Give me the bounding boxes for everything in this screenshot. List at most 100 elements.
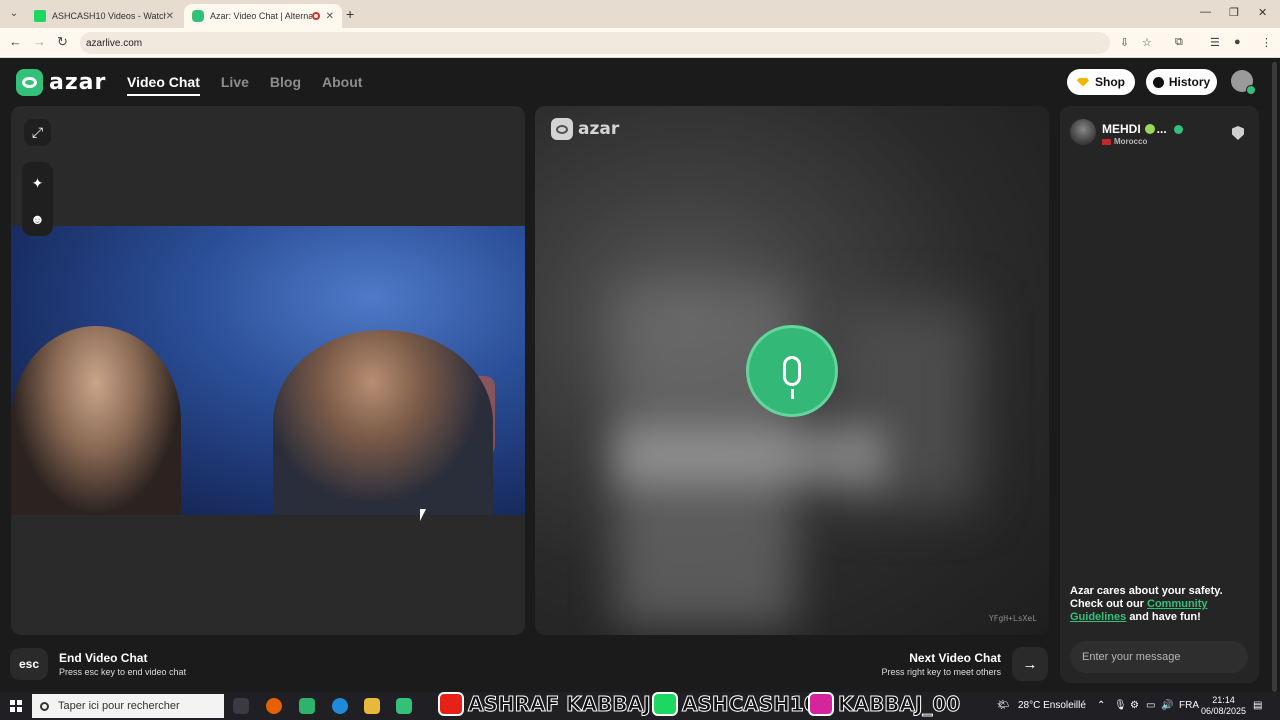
- person-right: [273, 330, 493, 515]
- azar-logo-icon: [16, 69, 43, 96]
- kick-icon: [652, 692, 678, 716]
- youtube-icon: [438, 692, 464, 716]
- notifications-icon[interactable]: ▤: [1253, 700, 1262, 711]
- azar-taskbar-icon[interactable]: [396, 698, 412, 714]
- settings-tray-icon[interactable]: ⚙: [1130, 700, 1139, 711]
- partner-country: Morocco: [1102, 137, 1147, 146]
- tray-overflow-icon[interactable]: ⌃: [1097, 700, 1105, 711]
- reload-icon[interactable]: ↻: [57, 34, 68, 50]
- overlay-instagram-text: KABBAJ_00: [837, 692, 961, 717]
- next-chat-title: Next Video Chat: [909, 651, 1001, 665]
- network-icon[interactable]: ▭: [1146, 700, 1155, 711]
- mouse-cursor: [420, 509, 426, 521]
- overlay-kick-text: ASHCASH10: [682, 692, 819, 717]
- profile-avatar[interactable]: [1231, 70, 1256, 95]
- mic-tray-icon[interactable]: 🎙: [1114, 700, 1127, 711]
- language-indicator[interactable]: FRA: [1179, 700, 1199, 711]
- browser-menu-icon[interactable]: ⋮: [1261, 36, 1272, 49]
- microphone-button[interactable]: [746, 325, 838, 417]
- page-scrollbar[interactable]: [1270, 58, 1280, 692]
- task-view-icon[interactable]: [233, 698, 249, 714]
- nav-blog[interactable]: Blog: [270, 74, 301, 96]
- forward-icon[interactable]: →: [33, 34, 46, 49]
- taskbar-search-placeholder: Taper ici pour rechercher: [58, 700, 180, 712]
- edge-icon[interactable]: [332, 698, 348, 714]
- bookmark-star-icon[interactable]: ☆: [1142, 36, 1152, 49]
- session-code: YFgH+LsXeL: [988, 614, 1037, 623]
- taskbar-clock[interactable]: 21:14 06/08/2025: [1201, 695, 1246, 717]
- tab-ashcash[interactable]: ASHCASH10 Videos - Watch O ✕: [26, 4, 182, 28]
- extensions-icon[interactable]: ⧉: [1175, 36, 1183, 49]
- report-shield-icon[interactable]: [1232, 126, 1244, 140]
- media-icon[interactable]: ☰: [1210, 36, 1220, 49]
- online-status-dot: [1246, 85, 1256, 95]
- back-icon[interactable]: ←: [9, 34, 22, 49]
- safety-line1: Azar cares about your safety.: [1070, 585, 1223, 597]
- my-video-panel: ⤢ ✦ ☻: [11, 106, 525, 635]
- address-bar-row: ← → ↻ azarlive.com ⇩ ☆ ⧉ ☰ ● ⋮: [0, 28, 1280, 104]
- morocco-flag-icon: [1102, 138, 1111, 145]
- nav-about[interactable]: About: [322, 74, 362, 96]
- expand-icon[interactable]: ⤢: [24, 119, 51, 146]
- logo-text: azar: [49, 70, 107, 95]
- azar-logo[interactable]: azar: [16, 69, 106, 96]
- overlay-kick: ASHCASH10: [652, 688, 818, 720]
- next-chat-hint: Press right key to meet others: [881, 667, 1001, 677]
- play-app-icon[interactable]: [299, 698, 315, 714]
- end-chat-button[interactable]: esc: [10, 648, 48, 680]
- person-left: [11, 326, 181, 515]
- history-label: History: [1168, 75, 1211, 89]
- alien-emoji-icon: [1144, 124, 1155, 134]
- partner-avatar[interactable]: [1070, 119, 1096, 145]
- weather-icon[interactable]: 🌤: [997, 700, 1010, 711]
- volume-icon[interactable]: 🔊: [1161, 700, 1173, 711]
- partner-name[interactable]: MEHDI ...: [1102, 122, 1183, 136]
- next-arrow-button[interactable]: →: [1012, 647, 1048, 681]
- watermark-logo-icon: [551, 118, 573, 140]
- shop-label: Shop: [1095, 75, 1125, 89]
- url-text: azarlive.com: [86, 37, 143, 49]
- history-button[interactable]: History: [1146, 69, 1217, 95]
- url-field[interactable]: azarlive.com: [80, 32, 1110, 104]
- install-app-icon[interactable]: ⇩: [1120, 36, 1129, 49]
- firefox-icon[interactable]: [266, 698, 282, 714]
- search-icon: [40, 701, 49, 711]
- clock-date: 06/08/2025: [1201, 706, 1247, 716]
- sparkle-effects-icon[interactable]: ✦: [24, 170, 51, 197]
- overlay-instagram: KABBAJ_00: [808, 688, 961, 720]
- overlay-youtube: ASHRAF KABBAJ: [438, 688, 651, 720]
- taskbar-search[interactable]: Taper ici pour rechercher: [32, 694, 224, 718]
- tab-title: Azar: Video Chat | Alternati: [210, 11, 312, 21]
- face-filter-icon[interactable]: ☻: [24, 205, 51, 232]
- kick-icon: [34, 10, 46, 22]
- shop-button[interactable]: Shop: [1067, 69, 1135, 95]
- country-name: Morocco: [1114, 137, 1148, 146]
- browser-profile-icon[interactable]: ●: [1234, 36, 1241, 48]
- windows-start-icon[interactable]: [10, 700, 22, 712]
- minimize-icon[interactable]: —: [1200, 6, 1211, 18]
- message-input[interactable]: [1070, 641, 1248, 673]
- end-chat-hint: Press esc key to end video chat: [59, 667, 187, 677]
- close-tab-icon[interactable]: ✕: [326, 11, 334, 22]
- microphone-icon: [783, 356, 801, 399]
- chat-panel: MEHDI ... Morocco Azar cares about your …: [1060, 106, 1259, 683]
- instagram-icon: [808, 692, 834, 716]
- safety-notice: Azar cares about your safety. Check out …: [1070, 585, 1250, 624]
- gem-icon: [1077, 77, 1089, 87]
- nav-video-chat[interactable]: Video Chat: [127, 74, 200, 96]
- tab-azar[interactable]: Azar: Video Chat | Alternati ✕: [184, 4, 342, 28]
- weather-text[interactable]: 28°C Ensoleillé: [1018, 700, 1086, 711]
- new-tab-button[interactable]: +: [346, 6, 354, 22]
- file-explorer-icon[interactable]: [364, 698, 380, 714]
- close-window-icon[interactable]: ✕: [1258, 6, 1267, 19]
- restore-icon[interactable]: ❐: [1229, 6, 1239, 19]
- main-nav: Video Chat Live Blog About: [127, 74, 362, 96]
- close-tab-icon[interactable]: ✕: [166, 11, 174, 22]
- recording-icon: [311, 12, 320, 20]
- safety-line2: Check out our: [1070, 598, 1144, 610]
- nav-live[interactable]: Live: [221, 74, 249, 96]
- verified-badge-icon: [1173, 124, 1183, 134]
- tab-search-icon[interactable]: ⌄: [6, 6, 22, 22]
- name-ellipsis: ...: [1156, 122, 1167, 136]
- partner-username: MEHDI: [1102, 122, 1141, 136]
